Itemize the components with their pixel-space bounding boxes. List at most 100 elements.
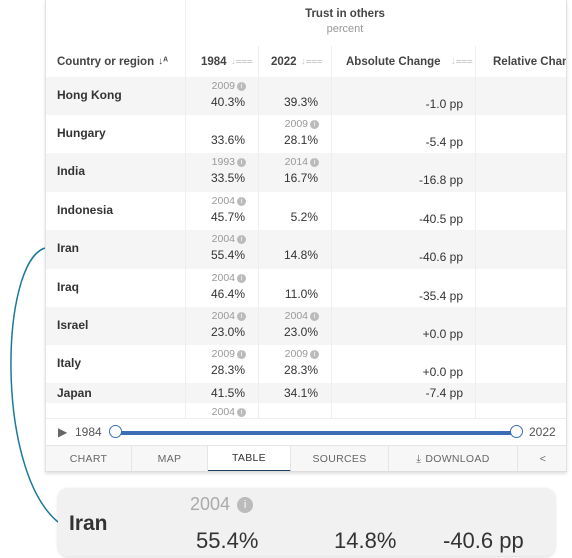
end-value: 23.0% (283, 325, 318, 339)
tab-bar: CHART MAP TABLE SOURCES ⤓ DOWNLOAD < (46, 445, 566, 471)
header-1984[interactable]: 1984 ↓⩶ (201, 46, 253, 77)
end-value: 34.1% (283, 386, 318, 400)
timeline-track[interactable] (116, 431, 516, 435)
end-year-note: 2009 i (269, 118, 319, 130)
country-name: Japan (57, 386, 92, 400)
download-icon: ⤓ (416, 452, 422, 465)
start-year-note: 2009 i (196, 348, 246, 360)
table-row: Israel 2004 i 2004 i 23.0% 23.0% +0.0 pp (46, 307, 566, 345)
info-icon: i (237, 407, 246, 417)
table-row: Iraq 2004 i 46.4% 11.0% -35.4 pp (46, 269, 566, 307)
info-icon: i (237, 196, 246, 206)
start-value: 55.4% (210, 248, 245, 262)
table-row: Hong Kong 2009 i 40.3% 39.3% -1.0 pp (46, 77, 566, 115)
start-value: 41.5% (210, 386, 245, 400)
absolute-change: -16.8 pp (418, 173, 463, 187)
header-2022[interactable]: 2022 ↓⩶ (271, 46, 323, 77)
start-year-note: 2004 i (196, 195, 246, 207)
start-value: 33.6% (210, 133, 245, 147)
start-value: 28.3% (210, 363, 245, 377)
info-icon: i (237, 273, 246, 283)
country-name: Iran (57, 241, 80, 255)
table-panel: Hong Kong 2009 i 40.3% 39.3% -1.0 pp Hungary 20… (45, 0, 567, 472)
tab-sources[interactable]: SOURCES (291, 446, 389, 471)
end-value: 28.1% (283, 133, 318, 147)
sort-icon: ↓⩶ (300, 56, 323, 67)
absolute-change: -40.6 pp (418, 250, 463, 264)
tab-map[interactable]: MAP (132, 446, 208, 471)
start-value: 40.3% (210, 95, 245, 109)
info-icon: i (237, 81, 246, 91)
tab-chart[interactable]: CHART (46, 446, 132, 471)
info-icon: i (237, 497, 254, 514)
start-year-note: 2004 i (196, 406, 246, 418)
callout-country: Iran (69, 512, 108, 535)
share-icon: < (539, 453, 547, 465)
header-country[interactable]: Country or region ↓ᴬ (57, 46, 168, 77)
timeline-start-label: 1984 (75, 425, 102, 439)
country-name: India (57, 164, 86, 178)
end-value: 16.7% (283, 171, 318, 185)
table-row: India 1993 i 2014 i 33.5% 16.7% -16.8 pp (46, 153, 566, 192)
info-icon: i (310, 311, 319, 321)
start-year-note: 2004 i (196, 310, 246, 322)
country-name: Italy (57, 356, 82, 370)
start-value: 23.0% (210, 325, 245, 339)
start-value: 45.7% (210, 210, 245, 224)
share-button[interactable]: < (518, 446, 566, 471)
header-relative-change[interactable]: Relative Change (493, 46, 566, 77)
absolute-change: -5.4 pp (425, 135, 463, 149)
end-value: 11.0% (284, 287, 318, 301)
timeline-end-handle[interactable] (510, 425, 523, 438)
timeline-end-label: 2022 (529, 425, 556, 439)
info-icon: i (237, 157, 246, 167)
group-title: Trust in others (305, 8, 385, 20)
callout-start: 55.4% (196, 528, 259, 553)
country-name: Israel (57, 318, 89, 332)
absolute-change: -40.5 pp (418, 212, 463, 226)
start-value: 46.4% (210, 287, 245, 301)
table-row: Hungary 2009 i 33.6% 28.1% -5.4 pp (46, 115, 566, 153)
start-year-note: 1993 i (196, 156, 246, 168)
group-unit: percent (326, 23, 364, 35)
sort-icon: ↓⩶ (230, 56, 253, 67)
callout-end: 14.8% (334, 528, 397, 553)
absolute-change: +0.0 pp (422, 327, 463, 341)
absolute-change: -7.4 pp (425, 386, 463, 400)
country-name: Hong Kong (57, 88, 122, 102)
tab-download[interactable]: ⤓ DOWNLOAD (389, 446, 518, 471)
iran-callout: Iran 2004 i 55.4% 14.8% -40.6 pp (58, 488, 555, 556)
start-year-note: 2004 i (196, 272, 246, 284)
end-value: 5.2% (290, 210, 318, 224)
end-value: 28.3% (283, 363, 318, 377)
end-value: 39.3% (283, 95, 318, 109)
callout-note: 2004 i (190, 494, 254, 515)
absolute-change: +0.0 pp (422, 365, 463, 379)
info-icon: i (237, 234, 246, 244)
country-name: Indonesia (57, 203, 114, 217)
start-value: 33.5% (210, 171, 245, 185)
callout-abs: -40.6 pp (443, 528, 524, 553)
header-absolute-change[interactable]: Absolute Change ↓⩶ (346, 46, 473, 77)
end-year-note: 2014 i (269, 156, 319, 168)
info-icon: i (310, 157, 319, 167)
start-year-note: 2004 i (196, 233, 246, 245)
table-row: Japan 41.5% 34.1% -7.4 pp (46, 383, 566, 403)
absolute-change: -1.0 pp (425, 97, 463, 111)
end-value: 14.8% (283, 248, 318, 262)
country-name: Hungary (57, 126, 106, 140)
table-row: Italy 2009 i 2009 i 28.3% 28.3% +0.0 pp (46, 345, 566, 383)
play-icon[interactable]: ▶ (58, 425, 67, 439)
absolute-change: -35.4 pp (418, 289, 463, 303)
table-row: 2004 i (46, 403, 566, 418)
info-icon: i (237, 311, 246, 321)
end-year-note: 2004 i (269, 310, 319, 322)
info-icon: i (237, 349, 246, 359)
info-icon: i (310, 119, 319, 129)
tab-table[interactable]: TABLE (208, 446, 291, 471)
sort-alpha-icon: ↓ᴬ (158, 56, 168, 67)
timeline: ▶ 1984 2022 (46, 418, 566, 445)
timeline-start-handle[interactable] (109, 425, 122, 438)
table-row: Iran 2004 i 55.4% 14.8% -40.6 pp (46, 230, 566, 269)
end-year-note: 2009 i (269, 348, 319, 360)
